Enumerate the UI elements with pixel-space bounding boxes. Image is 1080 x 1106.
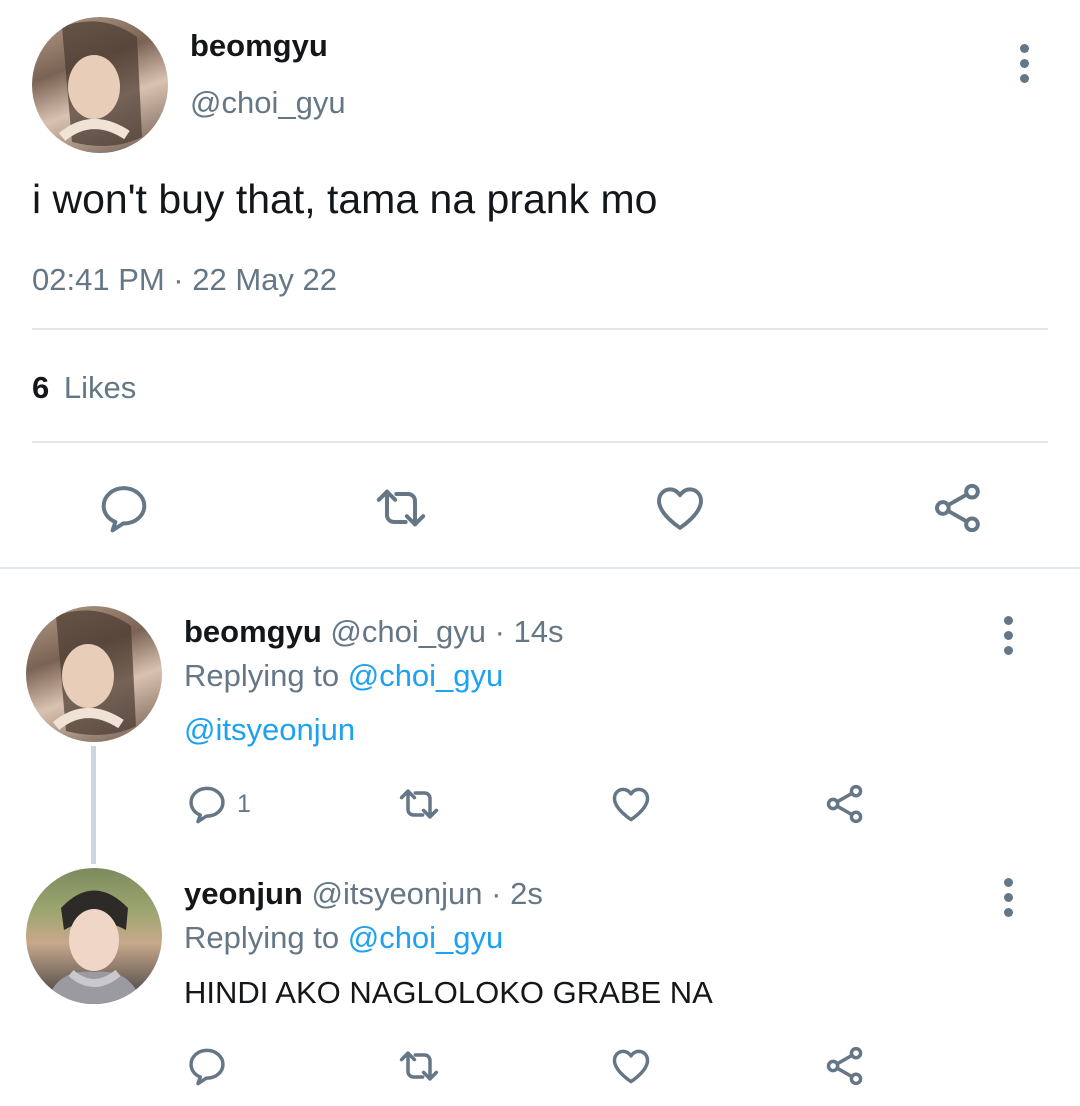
replying-handle[interactable]: @choi_gyu [348, 920, 504, 955]
replying-prefix: Replying to [184, 658, 340, 693]
replying-handle[interactable]: @choi_gyu [348, 658, 504, 693]
author-meta[interactable]: @choi_gyu · 14s [330, 614, 563, 649]
replying-to: Replying to @choi_gyu [184, 920, 503, 956]
retweet-icon[interactable] [396, 782, 442, 826]
divider [32, 328, 1048, 330]
like-icon[interactable] [609, 782, 653, 826]
reply-icon[interactable] [96, 480, 152, 536]
retweet-icon[interactable] [396, 1044, 442, 1088]
avatar[interactable] [26, 868, 162, 1004]
divider [32, 441, 1048, 443]
likes-count: 6 [32, 370, 50, 405]
thread-line [91, 746, 96, 864]
author-name[interactable]: beomgyu [184, 614, 322, 649]
tweet-text: i won't buy that, tama na prank mo [32, 176, 658, 222]
tweet-timestamp[interactable]: 02:41 PM · 22 May 22 [32, 262, 337, 298]
reply-icon[interactable] [185, 1044, 229, 1088]
reply-header: beomgyu @choi_gyu · 14s [184, 614, 564, 650]
share-icon[interactable] [823, 1044, 867, 1088]
retweet-icon[interactable] [372, 480, 430, 536]
share-icon[interactable] [823, 782, 867, 826]
reply-header: yeonjun @itsyeonjun · 2s [184, 876, 543, 912]
reply-count: 1 [237, 790, 251, 818]
avatar-photo [52, 610, 136, 735]
author-handle[interactable]: @choi_gyu [190, 85, 346, 121]
likes-stat[interactable]: 6 Likes [32, 370, 136, 406]
share-icon[interactable] [930, 480, 986, 536]
reply-text: HINDI AKO NAGLOLOKO GRABE NA [184, 975, 713, 1010]
replying-to: Replying to @choi_gyu [184, 658, 503, 694]
likes-label: Likes [63, 370, 137, 405]
author-meta[interactable]: @itsyeonjun · 2s [311, 876, 542, 911]
author-name[interactable]: yeonjun [184, 876, 303, 911]
avatar-photo [46, 890, 142, 1004]
section-divider [0, 567, 1080, 569]
more-options-icon[interactable] [998, 616, 1018, 661]
more-options-icon[interactable] [1014, 44, 1034, 89]
like-icon[interactable] [609, 1044, 653, 1088]
replying-prefix: Replying to [184, 920, 340, 955]
avatar[interactable] [26, 606, 162, 742]
like-icon[interactable] [652, 480, 708, 536]
reply-icon[interactable] [185, 782, 229, 826]
more-options-icon[interactable] [998, 878, 1018, 923]
avatar-photo [58, 21, 142, 146]
reply-text[interactable]: @itsyeonjun [184, 712, 355, 748]
avatar[interactable] [32, 17, 168, 153]
author-name[interactable]: beomgyu [190, 28, 328, 64]
